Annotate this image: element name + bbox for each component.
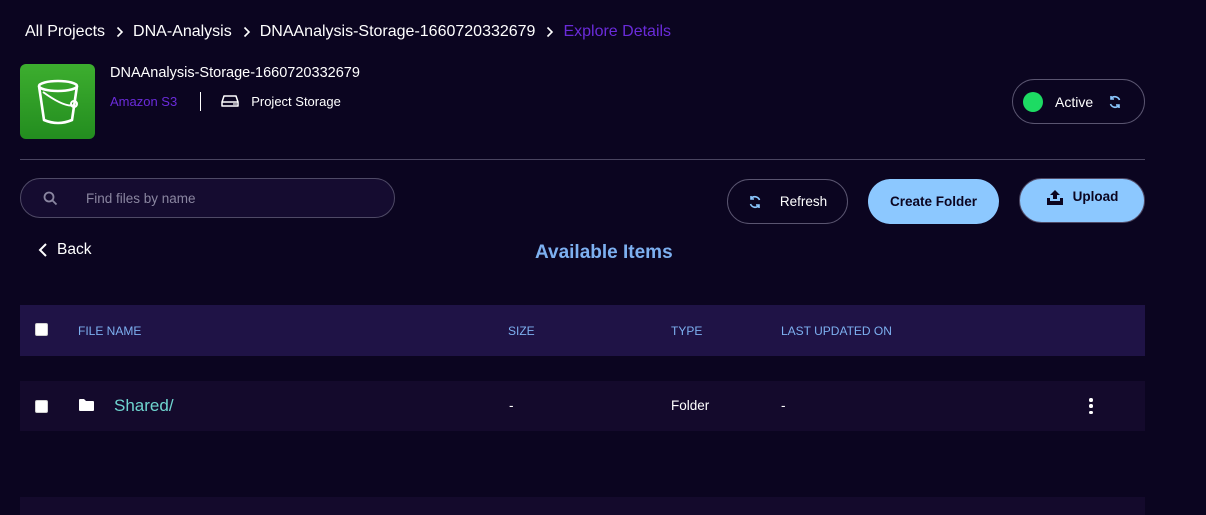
file-size: -: [509, 398, 514, 413]
upload-button-label: Upload: [1072, 189, 1119, 204]
file-type: Folder: [671, 398, 710, 413]
chevron-right-icon: [243, 26, 251, 38]
breadcrumb-storage[interactable]: DNAAnalysis-Storage-1660720332679: [260, 23, 536, 41]
column-header-file-name[interactable]: FILE NAME: [78, 324, 141, 338]
folder-icon: [79, 399, 94, 411]
select-all-checkbox[interactable]: [35, 323, 48, 336]
chevron-right-icon: [116, 26, 124, 38]
file-updated: -: [781, 398, 786, 413]
breadcrumb-all-projects[interactable]: All Projects: [25, 23, 105, 41]
upload-icon: [1046, 190, 1063, 205]
row-more-options-icon[interactable]: [1086, 398, 1096, 414]
status-pill: Active: [1012, 79, 1145, 124]
breadcrumb: All Projects DNA-Analysis DNAAnalysis-St…: [25, 22, 671, 42]
table-row: Shared/ - Folder -: [20, 381, 1145, 431]
storage-type: Project Storage: [221, 94, 341, 109]
back-label: Back: [57, 241, 92, 258]
storage-meta: Amazon S3 Project Storage: [110, 91, 341, 111]
file-name-link[interactable]: Shared/: [114, 396, 174, 416]
refresh-button-label: Refresh: [779, 194, 828, 209]
section-title: Available Items: [535, 242, 673, 263]
status-label: Active: [1055, 93, 1094, 110]
status-dot: [1023, 91, 1043, 112]
storage-name: DNAAnalysis-Storage-1660720332679: [110, 65, 360, 81]
refresh-icon: [749, 195, 761, 208]
search-input[interactable]: [86, 190, 366, 206]
divider: [200, 91, 202, 111]
provider-label: Amazon S3: [110, 93, 178, 109]
back-button[interactable]: Back: [38, 241, 91, 259]
refresh-icon: [1109, 95, 1121, 108]
column-header-size[interactable]: SIZE: [508, 324, 535, 338]
upload-button[interactable]: Upload: [1019, 178, 1145, 223]
chevron-left-icon: [38, 243, 47, 257]
row-checkbox[interactable]: [35, 400, 48, 413]
bucket-icon: [37, 79, 78, 124]
header-divider: [20, 159, 1145, 160]
breadcrumb-project[interactable]: DNA-Analysis: [133, 23, 232, 41]
storage-type-label: Project Storage: [251, 93, 341, 109]
column-header-type[interactable]: TYPE: [671, 324, 702, 338]
table-footer: [20, 497, 1145, 515]
create-folder-button[interactable]: Create Folder: [868, 179, 999, 224]
table-header: FILE NAME SIZE TYPE LAST UPDATED ON: [20, 305, 1145, 356]
column-header-last-updated[interactable]: LAST UPDATED ON: [781, 324, 892, 338]
s3-bucket-logo: [20, 64, 95, 139]
breadcrumb-current: Explore Details: [563, 23, 672, 40]
hard-drive-icon: [221, 95, 239, 107]
create-folder-button-label: Create Folder: [889, 194, 978, 209]
search-box: [20, 178, 395, 218]
status-refresh-button[interactable]: [1108, 95, 1122, 109]
chevron-right-icon: [546, 26, 554, 38]
search-icon: [43, 191, 58, 205]
refresh-button[interactable]: Refresh: [727, 179, 848, 224]
